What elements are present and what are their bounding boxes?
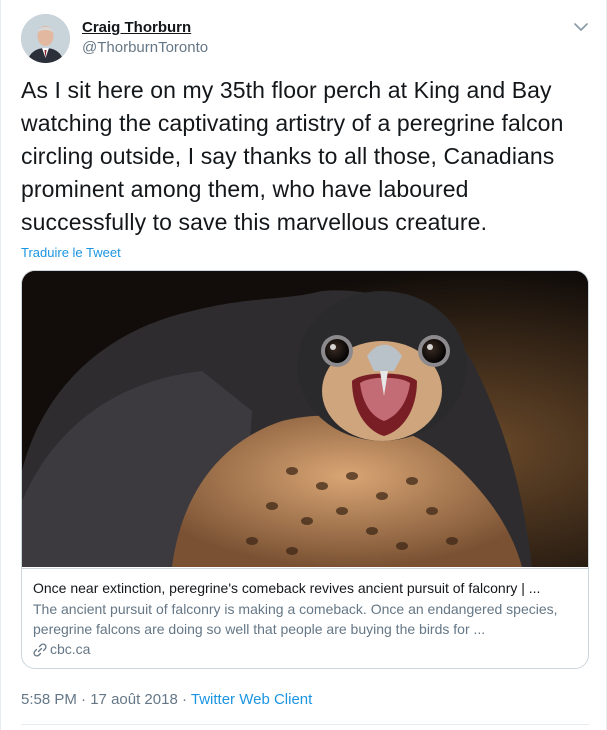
meta-separator: · bbox=[76, 691, 91, 708]
chevron-down-icon[interactable] bbox=[570, 16, 592, 38]
link-card[interactable]: Once near extinction, peregrine's comeba… bbox=[21, 270, 589, 669]
card-domain-text: cbc.ca bbox=[50, 641, 91, 657]
meta-separator: · bbox=[177, 691, 191, 708]
card-domain: cbc.ca bbox=[33, 639, 577, 659]
tweet-client[interactable]: Twitter Web Client bbox=[191, 691, 312, 708]
tweet-text: As I sit here on my 35th floor perch at … bbox=[21, 77, 564, 235]
tweet-meta: 5:58 PM · 17 août 2018 · Twitter Web Cli… bbox=[21, 690, 312, 710]
link-icon bbox=[33, 642, 47, 657]
card-title[interactable]: Once near extinction, peregrine's comeba… bbox=[33, 578, 577, 598]
author-handle[interactable]: @ThorburnToronto bbox=[82, 39, 208, 57]
card-body: Once near extinction, peregrine's comeba… bbox=[22, 568, 588, 668]
divider bbox=[21, 724, 589, 725]
card-description: The ancient pursuit of falconry is makin… bbox=[33, 601, 558, 637]
tweet-date[interactable]: 17 août 2018 bbox=[90, 691, 178, 708]
avatar[interactable] bbox=[21, 14, 70, 63]
card-image bbox=[22, 271, 588, 567]
translate-link[interactable]: Traduire le Tweet bbox=[21, 245, 121, 260]
tweet-time[interactable]: 5:58 PM bbox=[21, 691, 77, 708]
tweet-container: Craig Thorburn @ThorburnToronto As I sit… bbox=[0, 0, 607, 730]
author-name[interactable]: Craig Thorburn bbox=[82, 19, 191, 37]
